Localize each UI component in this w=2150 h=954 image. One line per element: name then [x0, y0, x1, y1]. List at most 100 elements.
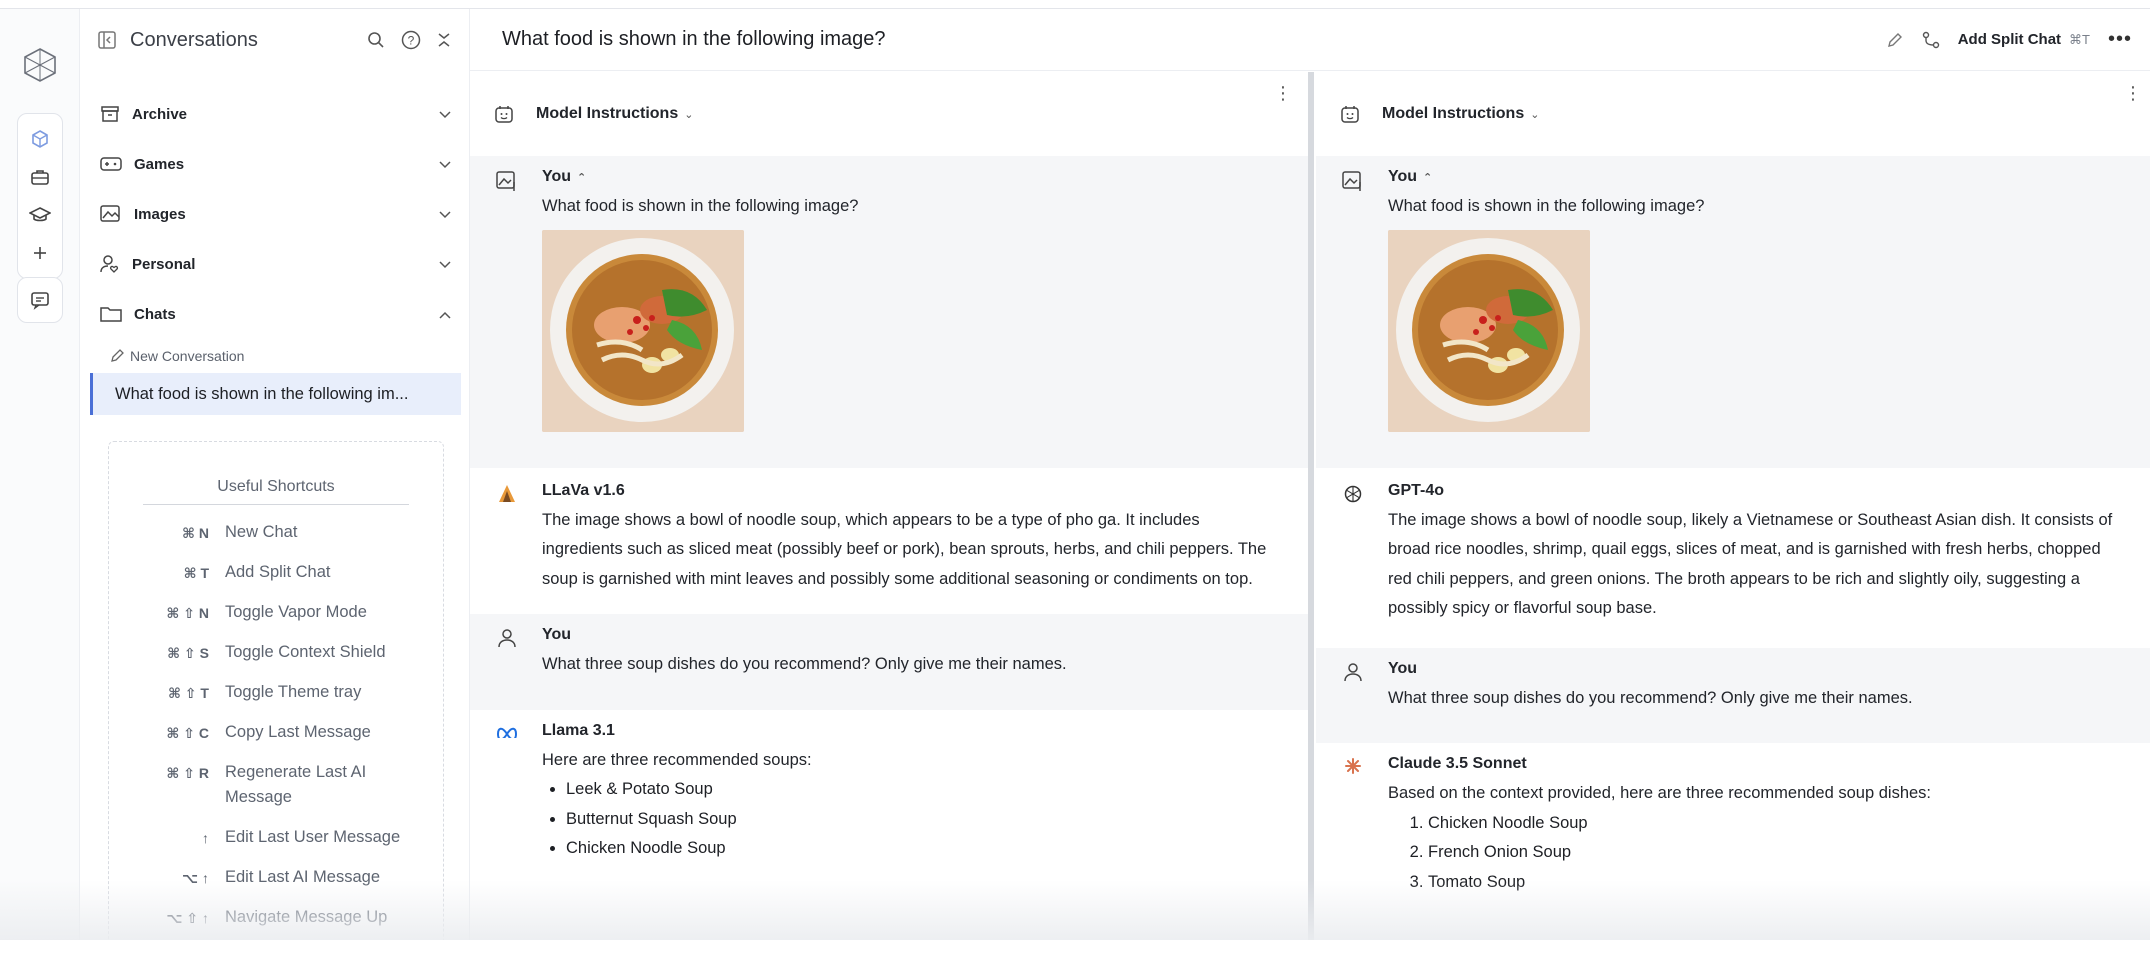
message-text: What three soup dishes do you recommend?…: [542, 655, 1067, 673]
shortcut-row: ⌥ ↑ Edit Last AI Message: [109, 868, 443, 890]
sidebar-header: Conversations ?: [80, 9, 469, 71]
shortcut-label: Copy Last Message: [225, 723, 371, 741]
chat-title: What food is shown in the following imag…: [502, 28, 886, 50]
food-image[interactable]: [542, 229, 744, 432]
image-upload-icon: [496, 171, 515, 191]
chevron-up-icon[interactable]: ⌃: [1423, 172, 1432, 184]
new-conversation-button[interactable]: New Conversation: [80, 339, 469, 373]
ai-message: LLaVa v1.6 The image shows a bowl of noo…: [470, 468, 1308, 615]
shortcut-label: Toggle Theme tray: [225, 683, 362, 701]
person-icon: [498, 629, 516, 648]
shortcut-keys: ⌘ T: [183, 565, 209, 581]
chevron-down-icon: ⌄: [1530, 108, 1540, 121]
message-text: Here are three recommended soups:: [542, 750, 812, 769]
branch-icon[interactable]: [1922, 31, 1940, 49]
list-item: Leek & Potato Soup: [566, 775, 1284, 805]
recommendation-list: Chicken Noodle Soup French Onion Soup To…: [1428, 809, 2126, 898]
sender-name: LLaVa v1.6: [542, 481, 625, 499]
shortcut-keys: ⌘ ⇧ C: [166, 725, 209, 741]
shortcut-keys: ⌘ ⇧ T: [167, 685, 209, 701]
folder-label: Personal: [132, 255, 196, 273]
plus-icon[interactable]: [18, 234, 62, 272]
shortcut-label: Edit Last AI Message: [225, 868, 381, 886]
folder-archive[interactable]: Archive: [80, 89, 469, 139]
chevron-down-icon: [439, 106, 451, 123]
folder-images[interactable]: Images: [80, 189, 469, 239]
shortcuts-title: Useful Shortcuts: [143, 478, 409, 505]
briefcase-icon[interactable]: [18, 158, 62, 196]
ai-message: GPT-4o The image shows a bowl of noodle …: [1316, 468, 2150, 648]
add-split-chat-button[interactable]: Add Split Chat: [1958, 31, 2061, 48]
image-icon: [100, 205, 120, 222]
sender-name: Claude 3.5 Sonnet: [1388, 755, 1527, 772]
cube-icon[interactable]: [18, 120, 62, 158]
gamepad-icon: [100, 157, 122, 171]
message-text: The image shows a bowl of noodle soup, w…: [542, 510, 1267, 588]
shortcut-label: Add Split Chat: [225, 563, 331, 581]
chevron-up-icon[interactable]: ⌃: [577, 172, 586, 184]
chat-topbar: What food is shown in the following imag…: [470, 9, 2150, 71]
shortcut-row: ⌘ ⇧ C Copy Last Message: [109, 723, 443, 745]
shortcut-keys: ⌘ N: [182, 525, 209, 541]
collapse-sidebar-icon[interactable]: [98, 31, 116, 49]
folder-label: Images: [134, 205, 186, 223]
graduation-cap-icon[interactable]: [18, 196, 62, 234]
folder-personal[interactable]: Personal: [80, 239, 469, 289]
model-instructions-row[interactable]: Model Instructions ⌄ ⋮: [1316, 72, 2150, 156]
add-split-shortcut: ⌘T: [2069, 31, 2090, 47]
shortcut-row: ⌘ N New Chat: [109, 523, 443, 545]
pencil-icon: [111, 349, 124, 362]
shortcut-row: ⌘ ⇧ S Toggle Context Shield: [109, 643, 443, 665]
shortcut-label: Toggle Vapor Mode: [225, 603, 367, 621]
list-item: Butternut Squash Soup: [566, 805, 1284, 835]
split-chat-right: Model Instructions ⌄ ⋮ You ⌃ What food is…: [1316, 72, 2150, 940]
folder-icon: [100, 307, 122, 322]
shortcut-keys: ↑: [202, 830, 209, 846]
kebab-menu-icon[interactable]: ⋮: [2124, 84, 2142, 102]
shortcuts-panel: Useful Shortcuts ⌘ N New Chat ⌘ T Add Spli…: [108, 441, 444, 940]
split-divider[interactable]: [1308, 72, 1314, 940]
openai-logo-icon: [1344, 485, 1362, 502]
message-icon[interactable]: [17, 277, 63, 323]
folder-chats[interactable]: Chats: [80, 289, 469, 339]
app-logo-icon[interactable]: [22, 47, 58, 83]
collapse-all-icon[interactable]: [437, 32, 451, 48]
search-icon[interactable]: [367, 31, 385, 49]
robot-icon: [1341, 106, 1359, 123]
kebab-menu-icon[interactable]: ⋮: [1274, 84, 1292, 102]
list-item: Tomato Soup: [1428, 868, 2126, 898]
claude-logo-icon: [1345, 758, 1361, 774]
shortcut-row: ⌘ T Add Split Chat: [109, 563, 443, 585]
person-icon: [1344, 662, 1362, 681]
list-item: French Onion Soup: [1428, 838, 2126, 868]
folder-games[interactable]: Games: [80, 139, 469, 189]
conversations-sidebar: Conversations ? Archive Games Images Per…: [80, 9, 470, 940]
message-text: What food is shown in the following imag…: [542, 197, 859, 215]
ai-message: Llama 3.1 Here are three recommended sou…: [470, 710, 1308, 882]
shortcut-row: ⌘ ⇧ T Toggle Theme tray: [109, 683, 443, 705]
new-conversation-label: New Conversation: [130, 348, 245, 364]
edit-icon[interactable]: [1886, 31, 1904, 49]
help-icon[interactable]: ?: [401, 30, 421, 50]
user-message: You ⌃ What food is shown in the following…: [470, 156, 1308, 468]
chat-item-active[interactable]: What food is shown in the following im..…: [90, 373, 461, 415]
shortcut-row: ⌘ ⇧ N Toggle Vapor Mode: [109, 603, 443, 625]
food-image[interactable]: [1388, 229, 1590, 432]
main-area: What food is shown in the following imag…: [470, 9, 2150, 940]
list-item: Chicken Noodle Soup: [566, 834, 1284, 864]
folder-label: Archive: [132, 105, 188, 123]
ai-message: Claude 3.5 Sonnet Based on the context p…: [1316, 743, 2150, 915]
shortcut-label: Navigate Message Up: [225, 908, 388, 926]
app-rail: [0, 9, 80, 940]
more-options-icon[interactable]: •••: [2108, 28, 2132, 51]
shortcut-label: Regenerate Last AI Message: [225, 763, 367, 806]
sender-name: You: [542, 168, 572, 185]
model-instructions-label: Model Instructions: [1382, 105, 1525, 122]
image-upload-icon: [1342, 171, 1361, 191]
sidebar-title: Conversations: [130, 28, 258, 51]
user-message: You ⌃ What food is shown in the following…: [1316, 156, 2150, 468]
model-instructions-row[interactable]: Model Instructions ⌄ ⋮: [470, 72, 1308, 156]
svg-text:?: ?: [408, 34, 415, 48]
user-message: You What three soup dishes do you recomm…: [470, 614, 1308, 710]
robot-icon: [495, 106, 513, 123]
